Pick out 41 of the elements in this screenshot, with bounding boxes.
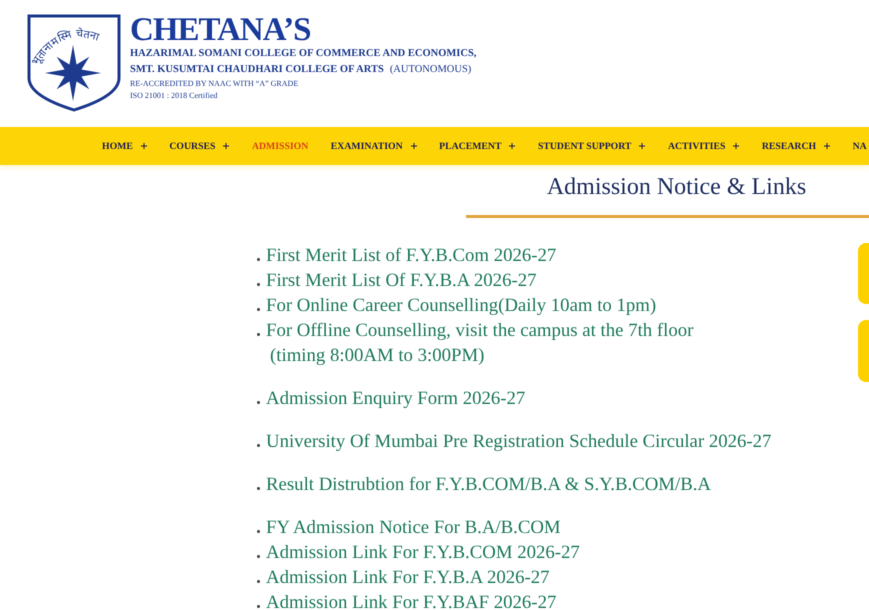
bullet-icon xyxy=(257,333,260,336)
bullet-icon xyxy=(257,487,260,490)
nav-item[interactable]: ACTIVITIES xyxy=(668,140,740,152)
notice-link[interactable]: FY Admission Notice For B.A/B.COM xyxy=(266,515,561,540)
nav-item[interactable]: PLACEMENT xyxy=(439,140,516,152)
bullet-icon xyxy=(257,555,260,558)
bullet-icon xyxy=(257,580,260,583)
nav-item[interactable]: RESEARCH xyxy=(762,140,830,152)
nav-item[interactable]: COURSES xyxy=(169,140,230,152)
bullet-icon xyxy=(257,308,260,311)
side-tab[interactable] xyxy=(858,320,869,382)
college-name: SMT. KUSUMTAI CHAUDHARI COLLEGE OF ARTS xyxy=(130,63,384,77)
bullet-icon xyxy=(257,530,260,533)
section-heading: Admission Notice & Links xyxy=(546,173,806,202)
side-tab[interactable] xyxy=(858,243,869,304)
shield-star-icon[interactable] xyxy=(28,14,120,112)
nav-item[interactable]: STUDENT SUPPORT xyxy=(538,140,646,152)
bullet-icon xyxy=(257,283,260,286)
nav-item[interactable]: ADMISSION xyxy=(252,140,308,152)
bullet-icon xyxy=(257,444,260,447)
notice-link[interactable]: Admission Link For F.Y.BAF 2026-27 xyxy=(266,590,556,610)
college-title[interactable]: CHETANA’S xyxy=(130,14,310,46)
college-name: HAZARIMAL SOMANI COLLEGE OF COMMERCE AND ECONOMICS, xyxy=(130,47,476,61)
bullet-icon xyxy=(257,258,260,261)
certification-text: ISO 21001 : 2018 Certified xyxy=(130,90,218,102)
notice-link[interactable]: Result Distrubtion for F.Y.B.COM/B.A & S.Y.B.COM/B.A xyxy=(266,472,711,497)
notice-link[interactable]: For Online Career Counselling(Daily 10am to 1pm) xyxy=(266,293,656,318)
notice-link[interactable]: University Of Mumbai Pre Registration Schedule Circular 2026-27 xyxy=(266,429,772,454)
notice-link[interactable]: First Merit List Of F.Y.B.A 2026-27 xyxy=(266,268,537,293)
accreditation-text: RE-ACCREDITED BY NAAC WITH “A” GRADE xyxy=(130,78,298,90)
notice-link[interactable]: Admission Link For F.Y.B.A 2026-27 xyxy=(266,565,550,590)
notice-link[interactable]: Admission Link For F.Y.B.COM 2026-27 xyxy=(266,540,580,565)
bullet-icon xyxy=(257,605,260,608)
nav-item[interactable]: EXAMINATION xyxy=(330,140,417,152)
autonomous-status: (AUTONOMOUS) xyxy=(390,63,472,77)
bullet-icon xyxy=(257,401,260,404)
notice-link[interactable]: For Offline Counselling, visit the campus at the 7th floor (timing 8:00AM to 3:00PM) xyxy=(266,318,694,368)
notice-link[interactable]: First Merit List of F.Y.B.Com 2026-27 xyxy=(266,243,556,268)
nav-item[interactable]: HOME xyxy=(102,140,147,152)
notice-link[interactable]: Admission Enquiry Form 2026-27 xyxy=(266,386,526,411)
nav-item[interactable]: NA xyxy=(852,140,867,152)
